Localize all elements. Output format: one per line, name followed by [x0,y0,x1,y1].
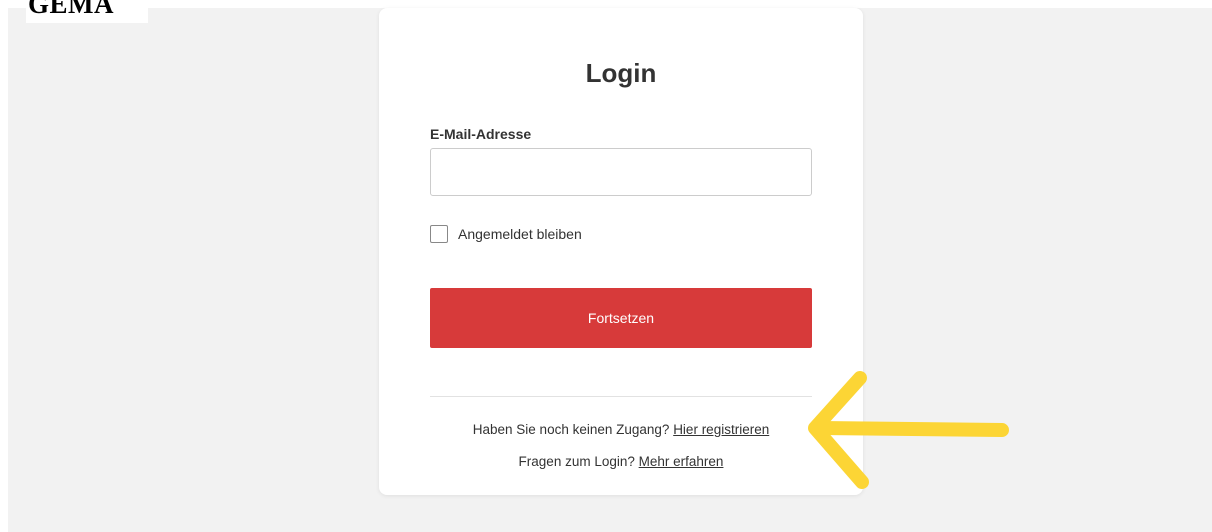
logo-text: GEMA [28,0,114,19]
email-field[interactable] [430,148,812,196]
email-label: E-Mail-Adresse [430,126,532,142]
page-title: Login [585,58,657,88]
divider [430,396,812,397]
gema-logo: GEMA [26,0,148,23]
questions-text: Fragen zum Login? [518,454,635,469]
register-link[interactable]: Hier registrieren [673,422,769,437]
register-prompt: Haben Sie noch keinen Zugang? Hier regis… [379,422,863,437]
continue-button[interactable]: Fortsetzen [430,288,812,348]
remember-me-checkbox[interactable] [430,225,448,243]
help-prompt: Fragen zum Login? Mehr erfahren [379,454,863,469]
remember-me-label: Angemeldet bleiben [458,226,582,242]
login-card: Login E-Mail-Adresse Angemeldet bleiben … [379,8,863,495]
learn-more-link[interactable]: Mehr erfahren [639,454,724,469]
remember-me-option[interactable]: Angemeldet bleiben [430,224,582,244]
no-account-text: Haben Sie noch keinen Zugang? [472,422,670,437]
